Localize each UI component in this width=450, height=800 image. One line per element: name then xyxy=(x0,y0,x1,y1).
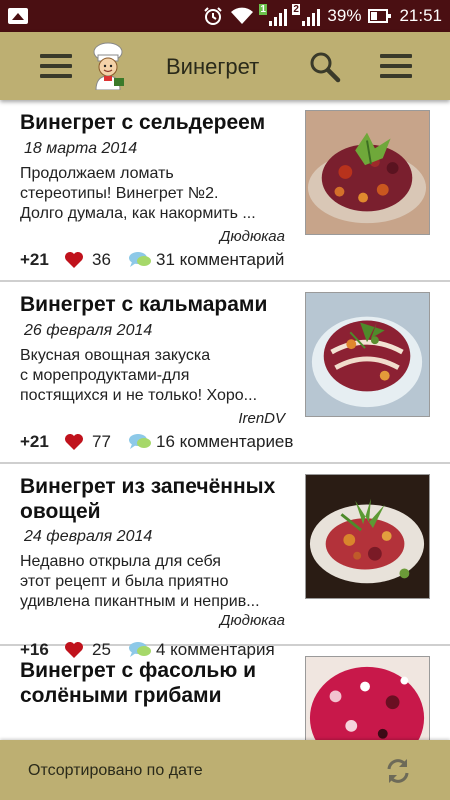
chef-logo-icon[interactable] xyxy=(86,42,130,90)
battery-icon xyxy=(368,9,392,23)
vinegret-celery-photo xyxy=(306,111,429,234)
recipe-description: Продолжаем ломать стереотипы! Винегрет №… xyxy=(20,164,292,224)
recipe-stats: +21 77 16 комментариев xyxy=(20,432,293,452)
recipe-title[interactable]: Винегрет с фасолью и солёными грибами xyxy=(20,658,292,708)
clock: 21:51 xyxy=(399,6,442,25)
recipe-list[interactable]: Винегрет с сельдереем 18 марта 2014 Прод… xyxy=(0,100,450,781)
vinegret-squid-photo xyxy=(306,293,429,416)
recipe-item[interactable]: Винегрет с сельдереем 18 марта 2014 Прод… xyxy=(0,100,450,282)
recipe-title[interactable]: Винегрет из запечённых овощей xyxy=(20,474,292,524)
comments-count[interactable]: 31 комментарий xyxy=(156,250,284,270)
likes-count: 77 xyxy=(92,432,111,451)
search-icon[interactable] xyxy=(308,50,342,84)
sim2-signal-icon: 2 xyxy=(292,4,321,26)
page-title: Винегрет xyxy=(166,54,260,79)
battery-percent: 39% xyxy=(327,6,362,25)
recipe-title[interactable]: Винегрет с кальмарами xyxy=(20,292,292,317)
overflow-menu-icon[interactable] xyxy=(380,54,412,78)
status-bar: 1 2 39% 21:51 xyxy=(0,0,450,32)
recipe-item[interactable]: Винегрет из запечённых овощей 24 февраля… xyxy=(0,464,450,659)
recipe-thumbnail[interactable] xyxy=(305,110,430,235)
recipe-description: Вкусная овощная закуска с морепродуктами… xyxy=(20,346,292,406)
recipe-score: +21 xyxy=(20,250,49,269)
description-line: Недавно открыла для себя xyxy=(20,553,221,570)
comments-icon[interactable] xyxy=(128,251,152,269)
refresh-icon[interactable] xyxy=(383,756,413,786)
sim1-label: 1 xyxy=(259,4,267,15)
recipe-score: +21 xyxy=(20,432,49,451)
description-line: Долго думала, как накормить ... xyxy=(20,205,256,222)
comments-icon[interactable] xyxy=(128,433,152,451)
recipe-thumbnail[interactable] xyxy=(305,292,430,417)
recipe-description: Недавно открыла для себя этот рецепт и б… xyxy=(20,552,292,612)
recipe-title-line: Винегрет из запечённых xyxy=(20,475,276,498)
recipe-title[interactable]: Винегрет с сельдереем xyxy=(20,110,292,135)
bottom-bar: Отсортировано по дате xyxy=(0,740,450,800)
baked-vegetables-photo xyxy=(306,475,429,598)
sim2-label: 2 xyxy=(292,4,300,15)
description-line: этот рецепт и была приятно xyxy=(20,573,229,590)
recipe-date: 18 марта 2014 xyxy=(24,140,138,157)
recipe-date: 24 февраля 2014 xyxy=(24,528,153,545)
app-bar: Винегрет xyxy=(0,32,450,100)
recipe-author[interactable]: Дюдюкаа xyxy=(220,228,285,245)
wifi-icon xyxy=(231,7,254,24)
alarm-icon xyxy=(204,7,223,25)
recipe-title-line: овощей xyxy=(20,500,101,523)
description-line: постящихся и не только! Хоро... xyxy=(20,387,258,404)
recipe-thumbnail[interactable] xyxy=(305,474,430,599)
description-line: стереотипы! Винегрет №2. xyxy=(20,185,219,202)
heart-icon[interactable] xyxy=(64,433,84,451)
description-line: Продолжаем ломать xyxy=(20,165,174,182)
recipe-title-line: солёными грибами xyxy=(20,684,222,707)
recipe-date: 26 февраля 2014 xyxy=(24,322,153,339)
description-line: Вкусная овощная закуска xyxy=(20,347,211,364)
recipe-author[interactable]: Дюдюкаа xyxy=(220,612,285,629)
description-line: с морепродуктами-для xyxy=(20,367,190,384)
recipe-item[interactable]: Винегрет с кальмарами 26 февраля 2014 Вк… xyxy=(0,282,450,464)
comments-count[interactable]: 16 комментариев xyxy=(156,432,293,452)
hamburger-menu-icon[interactable] xyxy=(40,54,72,78)
description-line: удивлена пикантным и неприв... xyxy=(20,593,260,610)
recipe-author[interactable]: IrenDV xyxy=(238,410,285,427)
sim1-signal-icon: 1 xyxy=(259,4,288,26)
recipe-title-line: Винегрет с фасолью и xyxy=(20,659,257,682)
gallery-icon xyxy=(8,8,28,24)
likes-count: 36 xyxy=(92,250,111,269)
recipe-stats: +21 36 31 комментарий xyxy=(20,250,284,270)
sort-label[interactable]: Отсортировано по дате xyxy=(28,762,203,780)
heart-icon[interactable] xyxy=(64,251,84,269)
